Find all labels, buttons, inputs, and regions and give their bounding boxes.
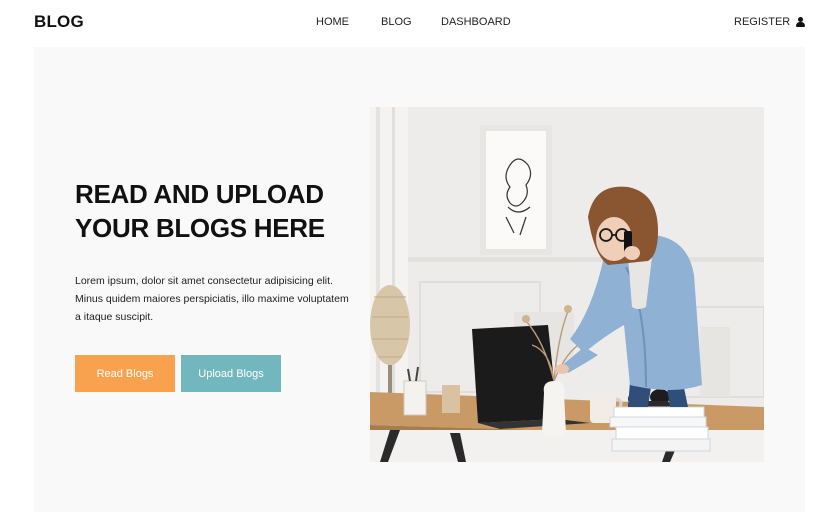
user-icon (796, 17, 806, 27)
hero-headline: READ AND UPLOAD YOUR BLOGS HERE (75, 179, 325, 243)
hero-description: Lorem ipsum, dolor sit amet consectetur … (75, 275, 349, 323)
upload-blogs-button[interactable]: Upload Blogs (181, 355, 281, 392)
register-link[interactable]: REGISTER (734, 16, 806, 28)
navbar: BLOG HOME BLOG DASHBOARD REGISTER (0, 0, 818, 46)
hero-image (370, 107, 764, 462)
hero-section: READ AND UPLOAD YOUR BLOGS HERE Lorem ip… (34, 47, 805, 512)
nav-link-dashboard[interactable]: DASHBOARD (441, 16, 511, 28)
register-label: REGISTER (734, 16, 791, 28)
nav-link-home[interactable]: HOME (316, 16, 349, 28)
site-logo[interactable]: BLOG (34, 12, 84, 32)
read-blogs-button[interactable]: Read Blogs (75, 355, 175, 392)
nav-link-blog[interactable]: BLOG (381, 16, 412, 28)
